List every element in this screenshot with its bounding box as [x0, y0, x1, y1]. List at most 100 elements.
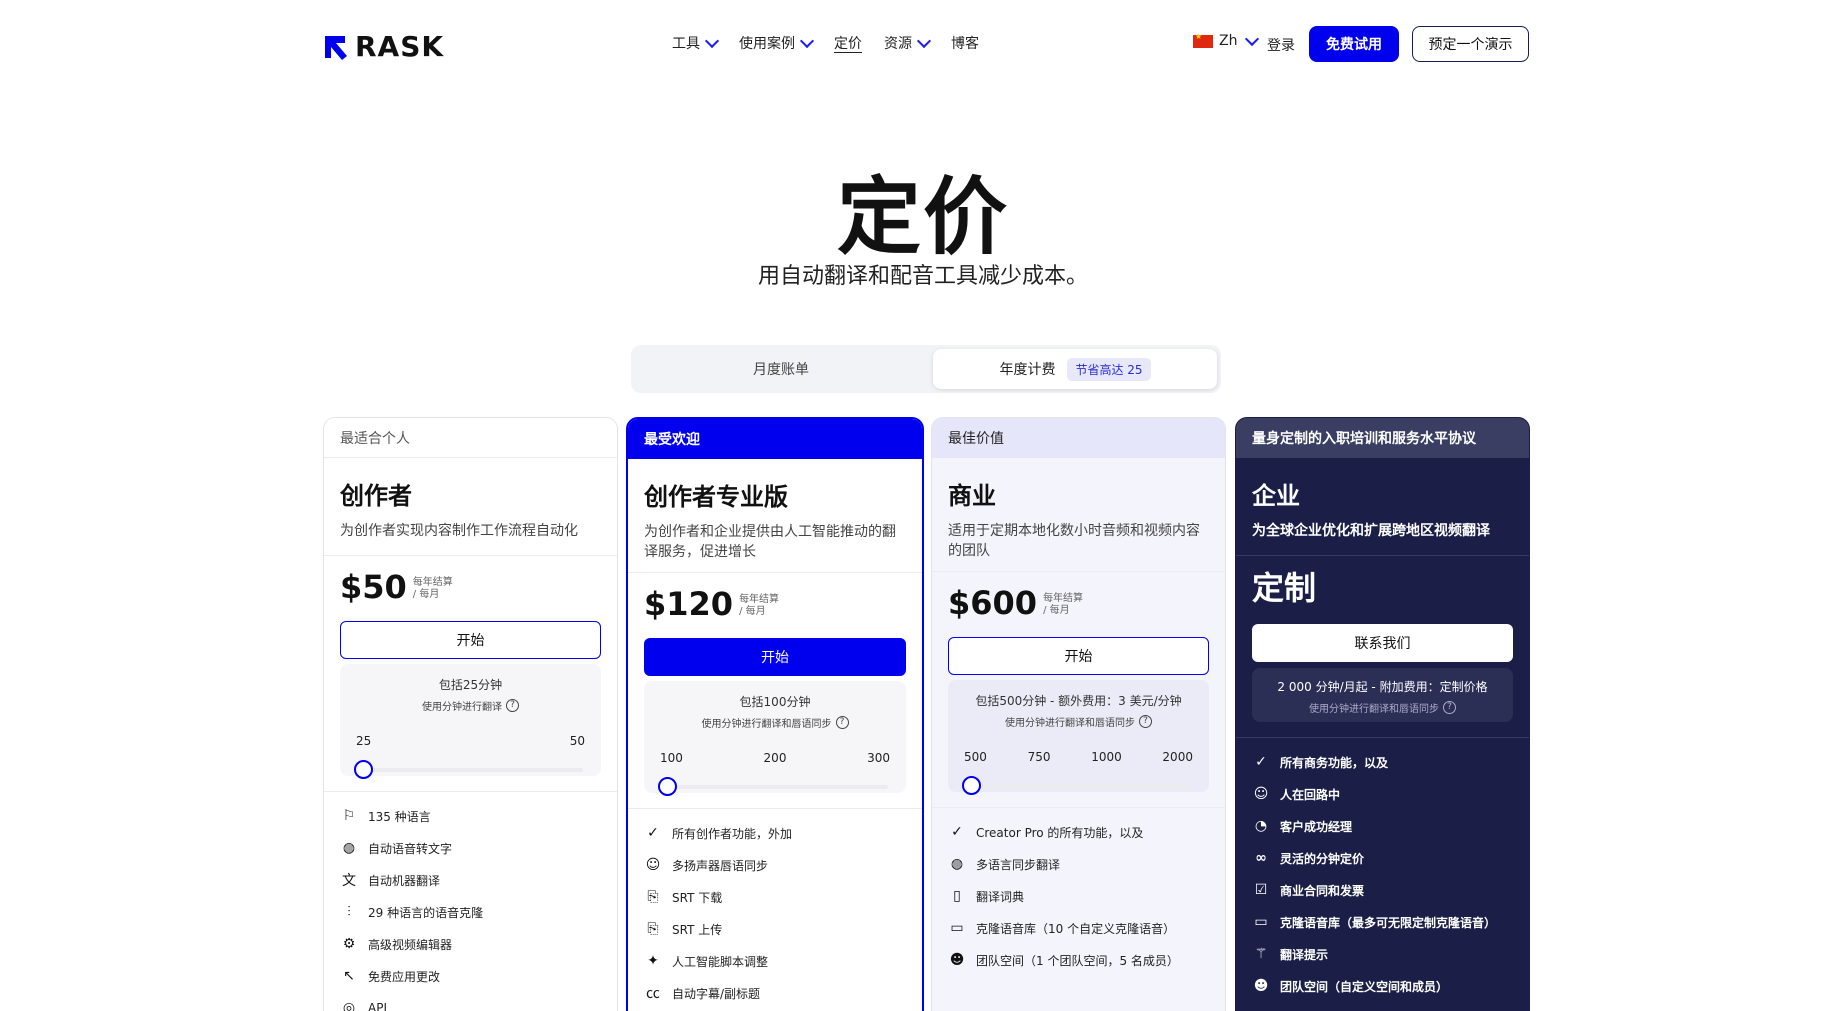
feature-label: 自动字幕/副标题	[672, 986, 761, 1001]
minutes-panel: 包括500分钟 - 额外费用：3 美元/分钟 使用分钟进行翻译和唇语同步? 50…	[948, 680, 1209, 795]
included-minutes: 2 000 分钟/月起 - 附加费用：定制价格	[1277, 680, 1488, 694]
minutes-slider-track[interactable]	[358, 768, 583, 772]
yearly-billing-tab[interactable]: 年度计费 节省高达 25	[933, 349, 1217, 389]
minutes-note: 使用分钟进行翻译?	[340, 698, 601, 713]
minutes-slider-handle[interactable]	[962, 776, 981, 795]
site-header: RASK 工具 使用案例 定价 资源 博客 Zh	[0, 0, 1846, 90]
nav-tools[interactable]: 工具	[672, 33, 720, 53]
minutes-panel: 包括100分钟 使用分钟进行翻译和唇语同步? 100 200 300	[644, 681, 906, 796]
nav-resources[interactable]: 资源	[884, 33, 932, 53]
minutes-note-text: 使用分钟进行翻译和唇语同步	[1005, 718, 1135, 729]
voice-clone-icon: ⫶	[347, 904, 351, 920]
plan-card-creator: 最适合个人 创作者 为创作者实现内容制作工作流程自动化 $50 每年结算 / 每月…	[323, 417, 618, 1011]
nav-pricing[interactable]: 定价	[834, 33, 862, 53]
chevron-down-icon	[1245, 31, 1260, 47]
help-icon[interactable]: ?	[835, 716, 849, 729]
feature-item: ㏄自动字幕/副标题	[644, 977, 912, 1009]
folder-icon: ▭	[950, 920, 964, 936]
feature-label: 多扬声器唇语同步	[672, 858, 769, 873]
check-icon: ✓	[1255, 754, 1267, 770]
speech-to-text-icon: ◍	[342, 840, 356, 856]
translate-icon: 文	[342, 873, 356, 889]
feature-item: ▯ 翻译词典	[948, 880, 1215, 912]
feature-label: 灵活的分钟定价	[1280, 851, 1365, 866]
monthly-billing-tab[interactable]: 月度账单	[631, 345, 931, 393]
feature-label: 团队空间（1 个团队空间，5 名成员）	[976, 953, 1179, 968]
team-icon: ☻	[949, 952, 965, 968]
billing-toggle: 月度账单 年度计费 节省高达 25	[631, 345, 1221, 393]
feature-list: ✓ 所有商务功能，以及 ☺ 人在回路中 ◔ 客户成功经理 ∞ 灵活的分钟定价 ☑ 商业合同…	[1252, 746, 1519, 1002]
plan-price: 定制	[1252, 572, 1316, 604]
cc-icon: ㏄	[646, 986, 660, 1002]
chevron-down-icon	[704, 33, 720, 49]
help-icon[interactable]: ?	[1443, 701, 1456, 714]
tick-label: 100	[660, 751, 683, 765]
feature-item: ⚚ 翻译提示	[1252, 938, 1519, 970]
page-subtitle: 用自动翻译和配音工具减少成本。	[757, 264, 1088, 289]
pricing-page: RASK 工具 使用案例 定价 资源 博客 Zh	[0, 0, 1846, 1011]
tick-label: 750	[1027, 750, 1051, 764]
minutes-note: 使用分钟进行翻译和唇语同步?	[1252, 700, 1513, 715]
price-billing-note: 每年结算	[739, 594, 780, 605]
price-period: 每年结算 / 每月	[413, 577, 453, 603]
book-demo-button[interactable]: 预定一个演示	[1412, 26, 1529, 62]
nav-blog[interactable]: 博客	[951, 33, 979, 53]
plan-description: 为创作者实现内容制作工作流程自动化	[340, 523, 578, 539]
minutes-slider-track[interactable]	[966, 784, 1191, 788]
tick-label: 300	[867, 751, 890, 765]
start-button[interactable]: 开始	[948, 637, 1209, 675]
price-amount: $50	[340, 568, 407, 606]
plan-tag: 最受欢迎	[628, 419, 922, 459]
price-billing-note: 每年结算	[1043, 593, 1084, 604]
price-amount: $600	[948, 584, 1038, 622]
plan-name: 创作者	[340, 482, 412, 510]
tick-label: 50	[569, 734, 585, 748]
china-flag-icon	[1193, 32, 1213, 48]
human-loop-icon: ☺	[1253, 786, 1269, 802]
language-selector[interactable]: Zh	[1193, 31, 1260, 49]
plan-tag: 最适合个人	[324, 418, 617, 458]
tick-label: 25	[356, 734, 372, 748]
feature-item: ▭ 克隆语音库（最多可无限定制克隆语音）	[1252, 906, 1519, 938]
srt-upload-icon: ⎘	[647, 921, 659, 937]
minutes-note: 使用分钟进行翻译和唇语同步?	[644, 715, 906, 730]
login-link[interactable]: 登录	[1267, 35, 1295, 55]
feature-label: SRT 上传	[672, 922, 723, 937]
chevron-down-icon	[799, 33, 815, 49]
feature-label: 人在回路中	[1280, 787, 1341, 802]
feature-item: ⚙ 高级视频编辑器	[340, 928, 607, 960]
contact-us-button[interactable]: 联系我们	[1252, 624, 1513, 662]
help-icon[interactable]: ?	[506, 699, 519, 712]
wand-icon: ⚚	[1254, 946, 1268, 962]
tick-label: 200	[763, 751, 787, 765]
srt-download-icon: ⎘	[647, 889, 659, 905]
feature-label: 高级视频编辑器	[368, 937, 453, 952]
smile-icon: ☺	[645, 857, 661, 873]
feature-item: ✓ 所有商务功能，以及	[1252, 746, 1519, 778]
minutes-slider-handle[interactable]	[354, 760, 373, 779]
nav-use-cases[interactable]: 使用案例	[739, 33, 815, 53]
logo-text: RASK	[355, 30, 445, 63]
feature-item: ✦ 人工智能脚本调整	[644, 945, 912, 977]
minutes-slider-track[interactable]	[662, 785, 888, 789]
click-icon: ↖	[343, 968, 355, 984]
editor-icon: ⚙	[342, 936, 356, 952]
feature-label: 人工智能脚本调整	[672, 954, 769, 969]
feature-item: ☑ 商业合同和发票	[1252, 874, 1519, 906]
logo[interactable]: RASK	[323, 30, 444, 63]
feature-item: ⫶ 29 种语言的语音克隆	[340, 896, 607, 928]
minutes-ticks: 100 200 300	[660, 751, 890, 765]
feature-label: 135 种语言	[368, 809, 431, 824]
minutes-slider-handle[interactable]	[658, 777, 677, 796]
feature-item: ⚐ 135 种语言	[340, 800, 607, 832]
free-trial-button[interactable]: 免费试用	[1309, 26, 1399, 62]
start-button[interactable]: 开始	[340, 621, 601, 659]
feature-item: ◍ 自动语音转文字	[340, 832, 607, 864]
start-button[interactable]: 开始	[644, 638, 906, 676]
feature-item: ∞ 灵活的分钟定价	[1252, 842, 1519, 874]
help-icon[interactable]: ?	[1139, 715, 1152, 728]
plan-tag: 最佳价值	[932, 418, 1225, 458]
plan-card-business: 最佳价值 商业 适用于定期本地化数小时音频和视频内容的团队 $600 每年结算 /…	[931, 417, 1226, 1011]
divider	[932, 807, 1225, 808]
feature-label: 多语言同步翻译	[976, 857, 1061, 872]
